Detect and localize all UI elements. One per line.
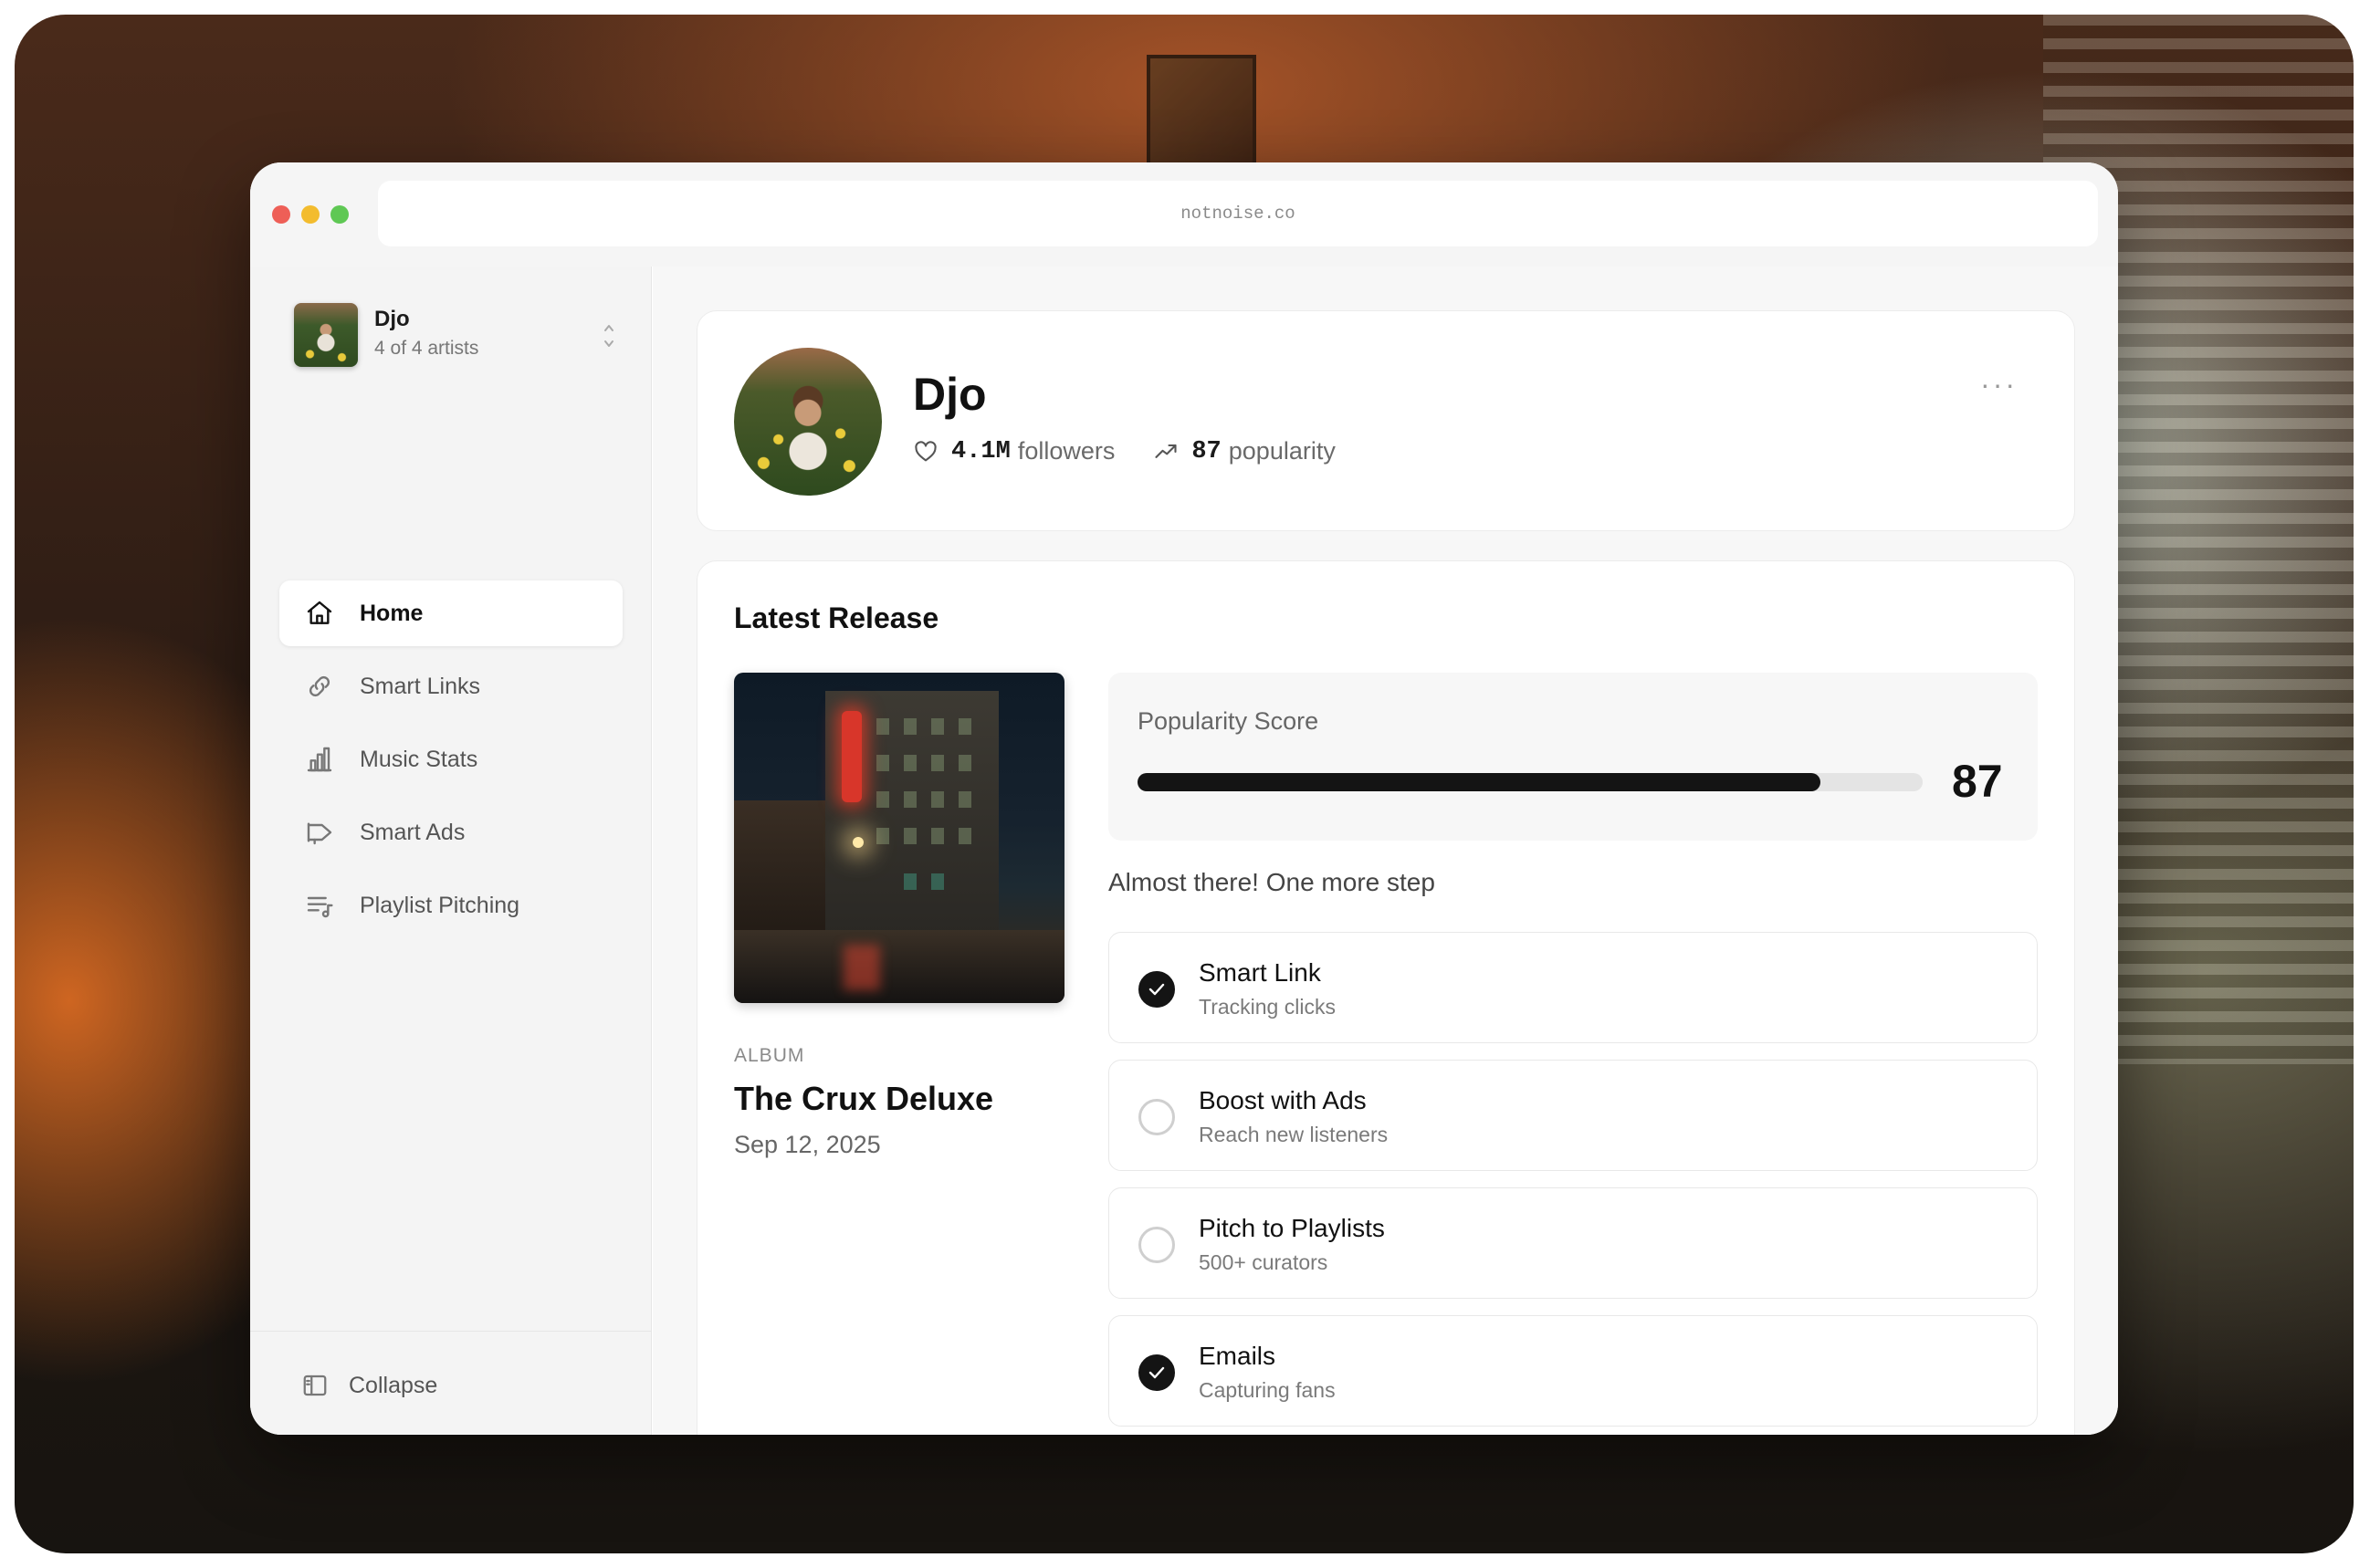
link-icon [309,675,330,697]
release-type: ALBUM [734,1045,805,1066]
sidebar-item-label: Home [360,600,424,626]
empty-circle-icon [1138,1099,1175,1135]
home-icon [307,601,332,624]
sidebar-nav: Home Smart Links Music Stats Smart Ads P… [279,580,623,946]
step-subtitle: Tracking clicks [1199,995,1336,1019]
setup-steps: Smart Link Tracking clicks Boost with Ad… [1108,932,2038,1435]
sidebar-item-home[interactable]: Home [279,580,623,646]
collapse-label: Collapse [349,1372,438,1398]
collapse-button[interactable]: Collapse [301,1372,437,1399]
popularity-score-fill [1138,773,1821,791]
step-smart-link[interactable]: Smart Link Tracking clicks [1108,932,2038,1043]
megaphone-icon [307,822,332,845]
empty-circle-icon [1138,1227,1175,1263]
artist-avatar [734,348,882,496]
sidebar: Djo 4 of 4 artists Home Smart Links Musi… [250,267,652,1435]
address-bar[interactable]: notnoise.co [378,181,2098,246]
popularity-score-label: Popularity Score [1138,707,1319,735]
step-title: Smart Link [1199,958,1321,987]
chevron-up-down-icon [604,325,613,347]
cover-street [734,930,1064,1003]
maximize-window-button[interactable] [330,205,349,224]
followers-label: followers [1017,437,1116,465]
artist-stats: 4.1M followers 87 popularity [913,437,1374,465]
step-emails[interactable]: Emails Capturing fans [1108,1315,2038,1427]
sidebar-item-smart-links[interactable]: Smart Links [279,653,623,719]
sidebar-item-label: Playlist Pitching [360,892,520,918]
check-circle-icon [1138,971,1175,1008]
step-subtitle: Capturing fans [1199,1378,1336,1402]
sidebar-item-smart-ads[interactable]: Smart Ads [279,800,623,865]
artist-name: Djo [374,307,410,331]
artist-count: 4 of 4 artists [374,338,479,359]
trending-up-icon [1155,444,1177,458]
sidebar-item-music-stats[interactable]: Music Stats [279,727,623,792]
followers-value: 4.1M [951,437,1011,465]
release-name: The Crux Deluxe [734,1080,994,1117]
latest-release-card: Latest Release ALBUM The Crux Deluxe Sep… [697,560,2075,1435]
cover-neon-sign [842,711,862,802]
release-date: Sep 12, 2025 [734,1131,881,1158]
step-pitch-to-playlists[interactable]: Pitch to Playlists 500+ curators [1108,1187,2038,1299]
heart-icon [915,440,937,461]
step-boost-with-ads[interactable]: Boost with Ads Reach new listeners [1108,1060,2038,1171]
popularity-label: popularity [1228,437,1336,465]
popularity-stat: 87 popularity [1153,437,1336,465]
cover-building-left [734,800,834,937]
cover-street-lamp [853,837,864,848]
artist-profile-card: Djo 4.1M followers 87 popularity ··· [697,310,2075,531]
bar-chart-icon [307,747,332,772]
step-subtitle: Reach new listeners [1199,1123,1389,1146]
progress-hint: Almost there! One more step [1108,868,1435,896]
cover-reflection [844,945,880,990]
sidebar-item-label: Music Stats [360,746,478,772]
close-window-button[interactable] [272,205,290,224]
album-cover[interactable] [734,673,1064,1003]
artist-switcher[interactable]: Djo 4 of 4 artists [294,303,615,369]
artist-thumbnail [294,303,358,367]
followers-stat: 4.1M followers [913,437,1115,465]
more-options-button[interactable]: ··· [1980,368,2018,402]
sidebar-footer: Collapse [250,1331,651,1435]
title-bar: notnoise.co [250,162,2118,267]
profile-name: Djo [913,369,987,420]
step-subtitle: 500+ curators [1199,1250,1328,1274]
check-circle-icon [1138,1354,1175,1391]
step-title: Pitch to Playlists [1199,1214,1385,1242]
step-title: Boost with Ads [1199,1086,1367,1114]
popularity-score-bar [1138,773,1923,791]
playlist-icon [307,896,333,918]
popularity-score-panel: Popularity Score 87 [1108,673,2038,841]
sidebar-item-label: Smart Links [360,673,480,699]
sidebar-item-playlist-pitching[interactable]: Playlist Pitching [279,873,623,938]
sidebar-item-label: Smart Ads [360,819,466,845]
popularity-score-value: 87 [1952,756,2003,807]
main-content: Djo 4.1M followers 87 popularity ··· Lat… [653,267,2118,1435]
step-title: Emails [1199,1342,1276,1370]
section-title: Latest Release [734,601,939,634]
minimize-window-button[interactable] [301,205,320,224]
wall-picture [1147,55,1256,173]
popularity-value: 87 [1191,437,1222,465]
browser-window: notnoise.co Djo 4 of 4 artists Home Smar [250,162,2118,1435]
sidebar-collapse-icon [303,1375,327,1396]
